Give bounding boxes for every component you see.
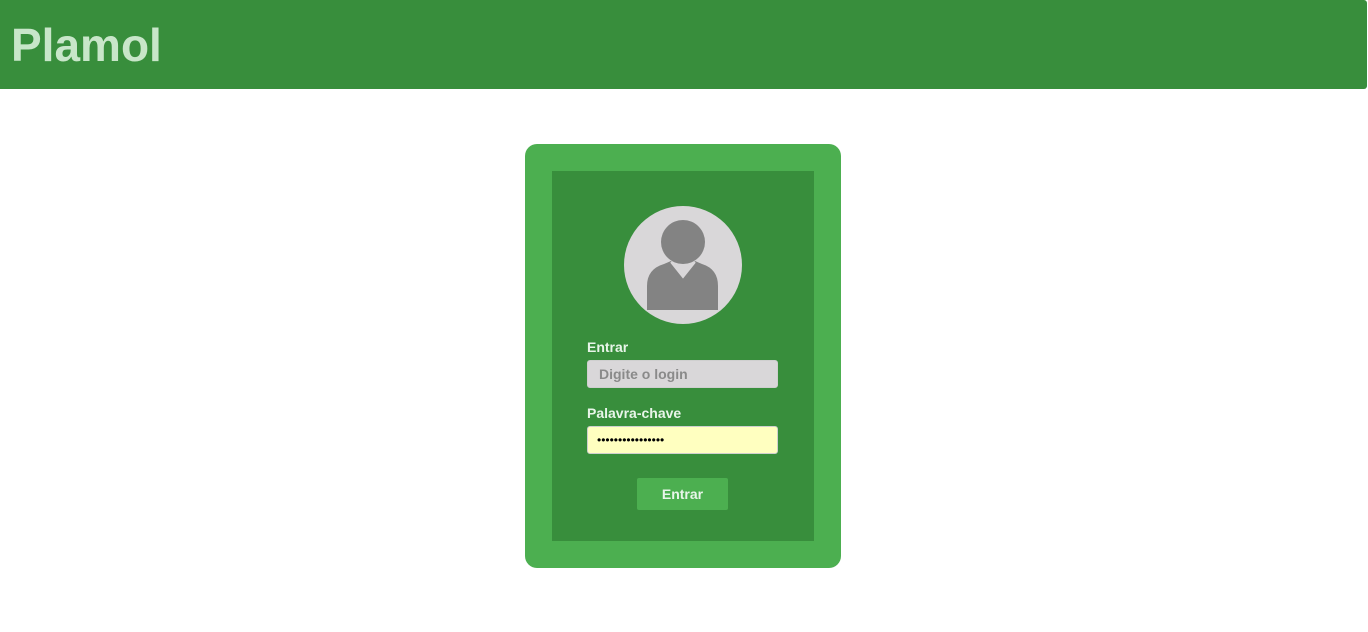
brand-title: Plamol <box>11 19 162 71</box>
password-input[interactable] <box>587 426 778 454</box>
person-silhouette-icon <box>647 220 718 310</box>
login-form-panel: Entrar Palavra-chave Entrar <box>552 171 814 541</box>
user-avatar-icon <box>624 206 742 324</box>
login-submit-button[interactable]: Entrar <box>637 478 728 510</box>
login-input[interactable] <box>587 360 778 388</box>
login-label: Entrar <box>587 339 629 355</box>
login-card: Entrar Palavra-chave Entrar <box>525 144 841 568</box>
password-label: Palavra-chave <box>587 405 682 421</box>
top-header-bar: Plamol <box>0 0 1367 89</box>
